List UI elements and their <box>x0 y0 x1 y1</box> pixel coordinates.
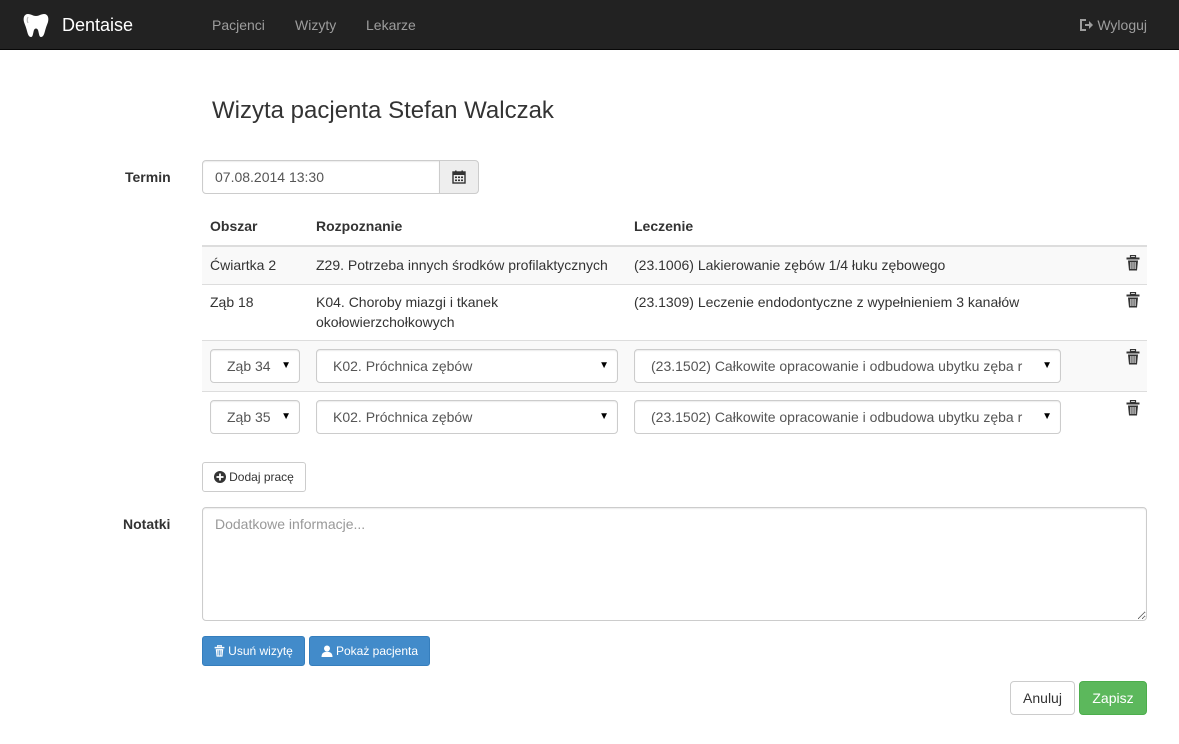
row-rozpoznanie-line2: okołowierzchołkowych <box>316 314 455 330</box>
calendar-button[interactable] <box>439 160 479 194</box>
trash-icon <box>214 645 225 657</box>
rozpoznanie-select-value: K02. Próchnica zębów <box>333 409 473 425</box>
show-patient-button[interactable]: Pokaż pacjenta <box>309 636 430 666</box>
logout-link[interactable]: Wyloguj <box>1079 0 1147 50</box>
show-patient-label: Pokaż pacjenta <box>335 644 419 658</box>
add-work-label: Dodaj pracę <box>229 470 294 484</box>
save-button[interactable]: Zapisz <box>1079 681 1147 715</box>
row-rozpoznanie-line1: K04. Choroby miazgi i tkanek <box>316 294 499 310</box>
logout-label: Wyloguj <box>1097 17 1147 33</box>
save-label: Zapisz <box>1092 690 1134 706</box>
termin-input[interactable] <box>202 160 440 194</box>
obszar-select-value: Ząb 35 <box>227 409 271 425</box>
col-header-leczenie: Leczenie <box>634 218 694 234</box>
add-work-button[interactable]: Dodaj pracę <box>202 462 306 492</box>
obszar-select[interactable]: Ząb 34 ▼ <box>210 349 300 383</box>
leczenie-select[interactable]: (23.1502) Całkowite opracowanie i odbudo… <box>634 400 1061 434</box>
brand-name: Dentaise <box>62 14 134 35</box>
trash-icon[interactable] <box>1126 292 1140 308</box>
plus-circle-icon <box>214 471 227 483</box>
col-header-rozpoznanie: Rozpoznanie <box>316 218 403 234</box>
trash-icon[interactable] <box>1126 349 1140 365</box>
notes-textarea[interactable] <box>202 507 1147 621</box>
row-obszar: Ząb 18 <box>210 294 254 310</box>
termin-label: Termin <box>125 169 171 185</box>
rozpoznanie-select-value: K02. Próchnica zębów <box>333 358 473 374</box>
navbar: Dentaise Pacjenci Wizyty Lekarze Wyloguj <box>0 0 1179 50</box>
nav-wizyty[interactable]: Wizyty <box>295 0 336 50</box>
row-leczenie: (23.1006) Lakierowanie zębów 1/4 łuku zę… <box>634 257 946 273</box>
obszar-select[interactable]: Ząb 35 ▼ <box>210 400 300 434</box>
calendar-icon <box>452 170 466 184</box>
delete-visit-button[interactable]: Usuń wizytę <box>202 636 305 666</box>
leczenie-select-value: (23.1502) Całkowite opracowanie i odbudo… <box>651 409 1023 425</box>
leczenie-select[interactable]: (23.1502) Całkowite opracowanie i odbudo… <box>634 349 1061 383</box>
tooth-icon <box>23 14 49 37</box>
user-icon <box>321 645 333 657</box>
row-leczenie: (23.1309) Leczenie endodontyczne z wypeł… <box>634 294 1020 310</box>
nav-pacjenci[interactable]: Pacjenci <box>212 0 265 50</box>
row-rozpoznanie: Z29. Potrzeba innych środków profilaktyc… <box>316 257 608 273</box>
brand-link[interactable]: Dentaise <box>22 0 133 50</box>
row-obszar: Ćwiartka 2 <box>210 257 277 273</box>
trash-icon[interactable] <box>1126 255 1140 271</box>
cancel-button[interactable]: Anuluj <box>1010 681 1075 715</box>
nav-lekarze[interactable]: Lekarze <box>366 0 416 50</box>
trash-icon[interactable] <box>1126 400 1140 416</box>
row-divider <box>202 391 1147 392</box>
cancel-label: Anuluj <box>1023 690 1062 706</box>
obszar-select-value: Ząb 34 <box>227 358 271 374</box>
rozpoznanie-select[interactable]: K02. Próchnica zębów ▼ <box>316 349 618 383</box>
row-divider <box>202 284 1147 285</box>
delete-visit-label: Usuń wizytę <box>228 644 293 658</box>
col-header-obszar: Obszar <box>210 218 258 234</box>
notatki-label: Notatki <box>123 516 171 532</box>
leczenie-select-value: (23.1502) Całkowite opracowanie i odbudo… <box>651 358 1023 374</box>
log-out-icon <box>1080 19 1094 31</box>
page-title: Wizyta pacjenta Stefan Walczak <box>212 97 554 124</box>
rozpoznanie-select[interactable]: K02. Próchnica zębów ▼ <box>316 400 618 434</box>
